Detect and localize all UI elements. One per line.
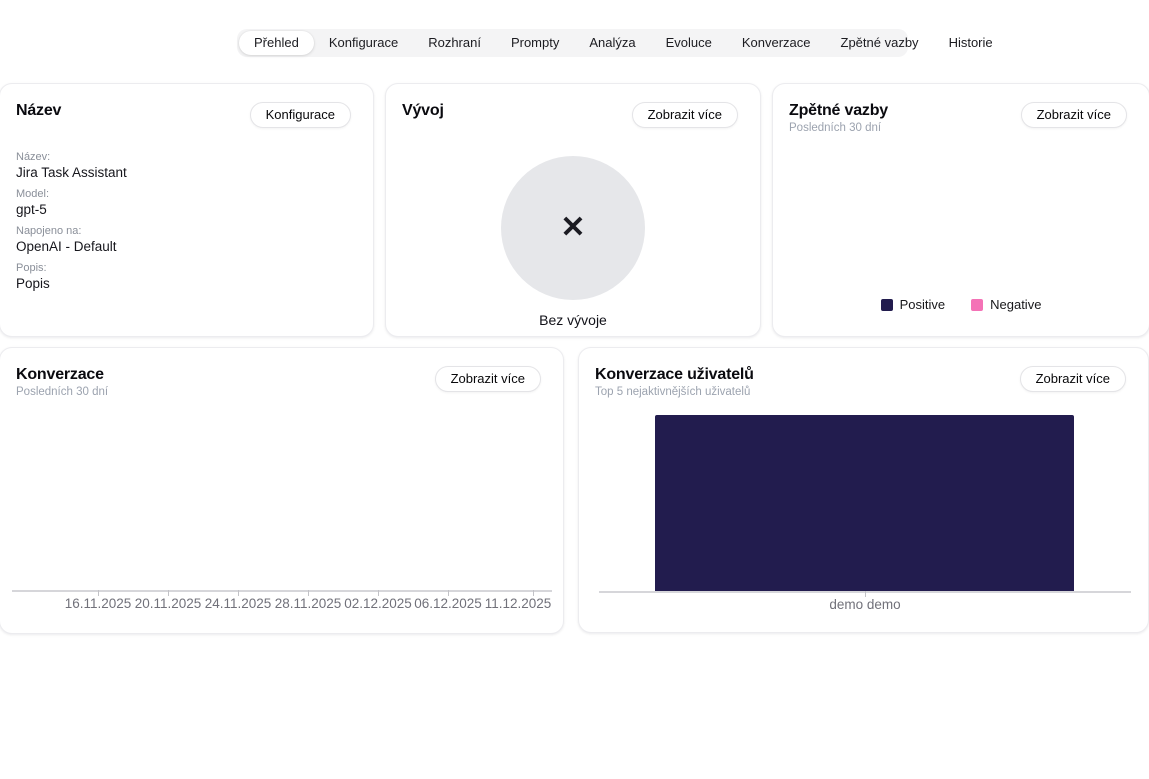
- legend-label-positive: Positive: [900, 297, 946, 312]
- field-label-nazev: Název:: [16, 151, 357, 163]
- x-axis-label: 20.11.2025: [135, 596, 202, 611]
- card-assistant-info: Název Konfigurace Název: Jira Task Assis…: [0, 83, 374, 337]
- tab-bar: Přehled Konfigurace Rozhraní Prompty Ana…: [237, 29, 908, 57]
- x-axis-label: 11.12.2025: [485, 596, 552, 611]
- x-axis-line: [12, 590, 552, 592]
- empty-state-text: Bez vývoje: [539, 312, 607, 328]
- x-icon: ✕: [560, 213, 585, 243]
- legend-swatch-negative: [971, 299, 983, 311]
- legend-item-positive: Positive: [881, 297, 946, 312]
- assistant-info-fields: Název: Jira Task Assistant Model: gpt-5 …: [0, 151, 373, 291]
- card-title-evolution: Vývoj: [402, 102, 444, 120]
- tab-analyza[interactable]: Analýza: [574, 31, 650, 55]
- card-subtitle-feedback: Posledních 30 dní: [789, 122, 888, 134]
- x-axis-label: 28.11.2025: [275, 596, 342, 611]
- legend-item-negative: Negative: [971, 297, 1041, 312]
- tab-konverzace[interactable]: Konverzace: [727, 31, 826, 55]
- empty-state-circle: ✕: [501, 156, 645, 300]
- field-label-napojeno-na: Napojeno na:: [16, 225, 357, 237]
- x-axis-label: 06.12.2025: [414, 596, 482, 611]
- tab-prompty[interactable]: Prompty: [496, 31, 574, 55]
- field-popis: Popis: Popis: [16, 262, 357, 291]
- card-user-conversations: Konverzace uživatelů Top 5 nejaktivnější…: [578, 347, 1149, 633]
- feedback-legend: Positive Negative: [773, 297, 1149, 312]
- field-value-napojeno-na: OpenAI - Default: [16, 239, 357, 254]
- field-napojeno-na: Napojeno na: OpenAI - Default: [16, 225, 357, 254]
- conversations-chart: 16.11.2025 20.11.2025 24.11.2025 28.11.2…: [0, 348, 563, 633]
- field-value-popis: Popis: [16, 276, 357, 291]
- x-axis-label: demo demo: [829, 597, 900, 612]
- card-conversations: Konverzace Posledních 30 dní Zobrazit ví…: [0, 347, 564, 634]
- field-label-popis: Popis:: [16, 262, 357, 274]
- user-conversations-chart: demo demo: [579, 348, 1148, 632]
- field-value-nazev: Jira Task Assistant: [16, 165, 357, 180]
- konfigurace-button[interactable]: Konfigurace: [250, 102, 351, 128]
- show-more-feedback-button[interactable]: Zobrazit více: [1021, 102, 1127, 128]
- field-label-model: Model:: [16, 188, 357, 200]
- field-value-model: gpt-5: [16, 202, 357, 217]
- card-feedback: Zpětné vazby Posledních 30 dní Zobrazit …: [772, 83, 1149, 337]
- card-title-assistant-info: Název: [16, 102, 61, 120]
- field-nazev: Název: Jira Task Assistant: [16, 151, 357, 180]
- tab-evoluce[interactable]: Evoluce: [651, 31, 727, 55]
- tab-historie[interactable]: Historie: [934, 31, 1008, 55]
- x-axis-label: 02.12.2025: [344, 596, 412, 611]
- legend-swatch-positive: [881, 299, 893, 311]
- tab-rozhrani[interactable]: Rozhraní: [413, 31, 496, 55]
- x-axis-label: 16.11.2025: [65, 596, 132, 611]
- tab-konfigurace[interactable]: Konfigurace: [314, 31, 413, 55]
- card-title-feedback: Zpětné vazby: [789, 102, 888, 120]
- tab-prehled[interactable]: Přehled: [239, 31, 314, 55]
- x-axis-label: 24.11.2025: [205, 596, 272, 611]
- show-more-evolution-button[interactable]: Zobrazit více: [632, 102, 738, 128]
- tab-zpetne-vazby[interactable]: Zpětné vazby: [826, 31, 934, 55]
- legend-label-negative: Negative: [990, 297, 1041, 312]
- card-evolution: Vývoj Zobrazit více ✕ Bez vývoje: [385, 83, 761, 337]
- bar-demo-demo[interactable]: [655, 415, 1074, 591]
- field-model: Model: gpt-5: [16, 188, 357, 217]
